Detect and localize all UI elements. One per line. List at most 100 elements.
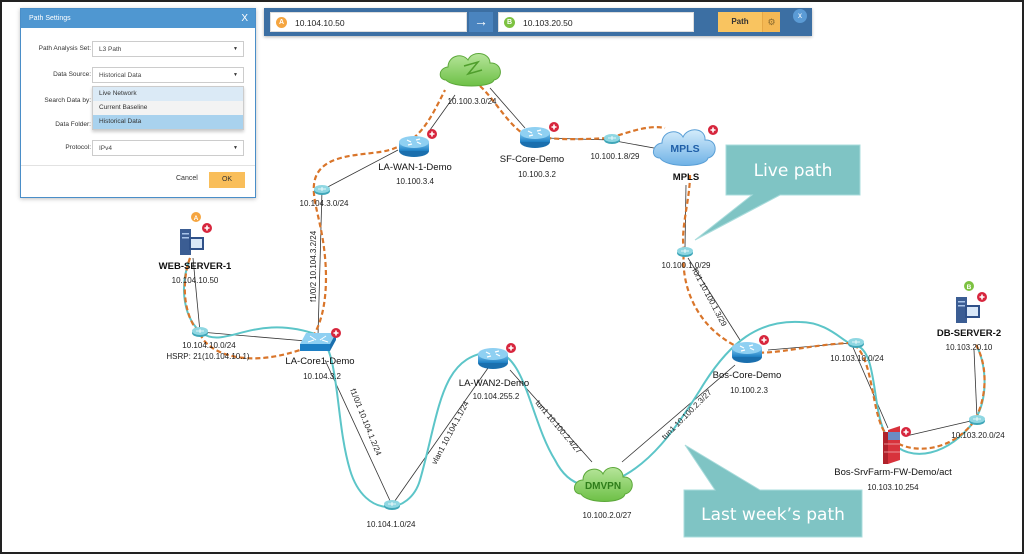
- subnet-hub[interactable]: 10.100.1.0/29: [662, 246, 711, 270]
- router-icon: [519, 126, 551, 149]
- dropdown-option[interactable]: Historical Data: [93, 115, 243, 129]
- node-name: WEB-SERVER-1: [159, 261, 232, 272]
- dialog-header: Path Settings X: [21, 9, 255, 28]
- gear-icon[interactable]: ⚙: [762, 12, 780, 32]
- field-label: Data Folder:: [55, 121, 91, 128]
- server-db-server-2[interactable]: B DB-SERVER-2 10.103.20.10: [937, 281, 1001, 352]
- server-icon: [180, 229, 204, 255]
- interface-label: tun1 10.100.2.4/27: [533, 399, 583, 456]
- cancel-button[interactable]: Cancel: [176, 175, 198, 182]
- server-icon: [956, 297, 980, 323]
- data-source-select[interactable]: Historical Data ▼: [92, 67, 244, 83]
- hub-icon: [676, 246, 694, 258]
- node-name: Bos-Core-Demo: [713, 370, 782, 381]
- dmvpn-cloud-label: DMVPN: [585, 481, 621, 492]
- server-web-server-1[interactable]: A WEB-SERVER-1 10.104.10.50: [159, 212, 232, 285]
- subnet-hub[interactable]: 10.103.20.0/24: [951, 414, 1005, 440]
- node-name: Bos-SrvFarm-FW-Demo/act: [834, 467, 952, 478]
- callout-live-path: Live path: [694, 144, 861, 241]
- subnet-hub[interactable]: 10.104.3.0/24: [300, 184, 349, 208]
- swap-arrow-button[interactable]: →: [469, 12, 493, 32]
- mpls-cloud-icon[interactable]: MPLS: [653, 124, 719, 166]
- chevron-down-icon: ▼: [233, 145, 238, 151]
- close-icon[interactable]: x: [793, 9, 807, 23]
- destination-input[interactable]: B 10.103.20.50: [498, 12, 694, 32]
- subnet-label: 10.104.10.0/24: [182, 341, 236, 350]
- firewall-bos-srvfarm[interactable]: Bos-SrvFarm-FW-Demo/act 10.103.10.254: [834, 426, 952, 492]
- source-input[interactable]: A 10.104.10.50: [270, 12, 467, 32]
- router-bos-core[interactable]: Bos-Core-Demo 10.100.2.3: [713, 334, 782, 395]
- path-settings-dialog: Path Settings X Path Analysis Set: L3 Pa…: [20, 8, 256, 198]
- select-value: Historical Data: [99, 72, 142, 79]
- select-value: IPv4: [99, 145, 113, 152]
- node-ip: 10.103.10.254: [867, 483, 919, 492]
- node-ip: 10.100.3.4: [396, 177, 434, 186]
- dropdown-option[interactable]: Current Baseline: [93, 101, 243, 115]
- field-label: Protocol:: [65, 144, 91, 151]
- switch-la-core[interactable]: LA-Core1-Demo 10.104.3.2: [285, 327, 355, 381]
- callout-last-week-text: Last week’s path: [701, 505, 845, 525]
- close-icon[interactable]: X: [241, 13, 248, 24]
- protocol-row: Protocol: IPv4 ▼: [21, 140, 257, 156]
- node-name: SF-Core-Demo: [500, 154, 564, 165]
- path-analysis-set-row: Path Analysis Set: L3 Path ▼: [21, 41, 257, 57]
- subnet-label: 10.100.1.8/29: [591, 152, 640, 161]
- add-icon: [758, 334, 770, 346]
- node-ip: 10.100.2.3: [730, 386, 768, 395]
- dmvpn-cloud-icon[interactable]: DMVPN: [574, 467, 633, 502]
- subnet-label: 10.100.3.0/24: [448, 97, 497, 106]
- destination-ip-value: 10.103.20.50: [523, 18, 573, 28]
- node-ip: 10.104.10.50: [172, 276, 219, 285]
- add-icon: [976, 291, 988, 303]
- router-la-wan1[interactable]: LA-WAN-1-Demo 10.100.3.4: [378, 128, 452, 186]
- destination-badge-icon: B: [504, 17, 515, 28]
- select-value: L3 Path: [99, 46, 122, 53]
- subnet-hub[interactable]: 10.103.10.0/24: [830, 337, 884, 363]
- interface-label: vlan1 10.104.1.1/24: [430, 399, 471, 466]
- callout-live-text: Live path: [754, 161, 833, 181]
- router-sf-core[interactable]: SF-Core-Demo 10.100.3.2: [500, 121, 564, 179]
- add-icon: [426, 128, 438, 140]
- add-icon: [505, 342, 517, 354]
- switch-icon: [300, 333, 336, 351]
- hsrp-label: HSRP: 21(10.104.10.1): [166, 352, 249, 361]
- dialog-title: Path Settings: [29, 15, 71, 22]
- add-icon: [330, 327, 342, 339]
- path-button[interactable]: Path: [718, 12, 762, 32]
- subnet-hub[interactable]: 10.104.10.0/24 HSRP: 21(10.104.10.1): [166, 326, 250, 361]
- hub-icon: [968, 414, 986, 426]
- subnet-label: 10.100.1.0/29: [662, 261, 711, 270]
- path-analysis-set-select[interactable]: L3 Path ▼: [92, 41, 244, 57]
- subnet-label: 10.103.20.0/24: [951, 431, 1005, 440]
- hub-icon: [191, 326, 209, 338]
- firewall-icon: [883, 426, 900, 464]
- hub-icon: [383, 499, 401, 511]
- data-source-row: Data Source: Historical Data ▼: [21, 67, 257, 83]
- source-badge-icon: A: [276, 17, 287, 28]
- add-icon: [548, 121, 560, 133]
- chevron-down-icon: ▼: [233, 46, 238, 52]
- add-icon: [900, 426, 912, 438]
- node-name: LA-WAN-1-Demo: [378, 162, 452, 173]
- node-name-mpls: MPLS: [673, 172, 699, 183]
- add-icon: [201, 222, 213, 234]
- ok-button[interactable]: OK: [209, 172, 245, 188]
- subnet-label: 10.100.2.0/27: [583, 511, 632, 520]
- field-label: Search Data by:: [44, 97, 91, 104]
- subnet-label: 10.104.3.0/24: [300, 199, 349, 208]
- node-ip: 10.103.20.10: [946, 343, 993, 352]
- protocol-select[interactable]: IPv4 ▼: [92, 140, 244, 156]
- node-name: LA-WAN2-Demo: [459, 378, 529, 389]
- interface-label: f0/1 10.100.1.3/29: [690, 267, 728, 329]
- callout-last-week-path: Last week’s path: [683, 444, 863, 538]
- hub-icon: [313, 184, 331, 196]
- interface-label: f1/0/2 10.104.3.2/24: [309, 230, 318, 302]
- node-name: LA-Core1-Demo: [285, 356, 354, 367]
- chevron-down-icon: ▼: [233, 72, 238, 78]
- dropdown-option[interactable]: Live Network: [93, 87, 243, 101]
- wan-cloud-icon: [439, 53, 501, 87]
- add-icon: [707, 124, 719, 136]
- node-ip: 10.100.3.2: [518, 170, 556, 179]
- live-path-line: [183, 85, 986, 450]
- dialog-footer: Cancel OK: [21, 165, 255, 198]
